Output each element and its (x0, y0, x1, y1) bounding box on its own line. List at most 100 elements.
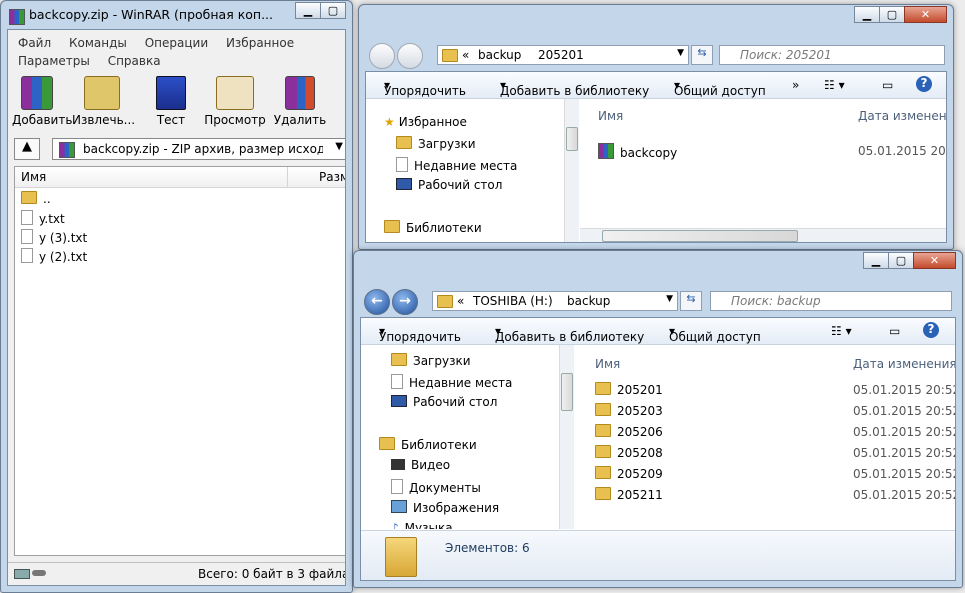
share-button[interactable]: Общий доступ ▾ (674, 78, 766, 98)
view-button[interactable]: Просмотр (204, 76, 266, 127)
address-bar[interactable]: « TOSHIBA (H:) backup ▼ (432, 291, 678, 311)
search-input[interactable]: Поиск: 205201 (719, 45, 945, 65)
organize-button[interactable]: Упорядочить ▾ (384, 78, 466, 98)
folder-icon (21, 191, 37, 204)
folder-row[interactable]: 205206 (595, 424, 663, 439)
list-item[interactable]: y (2).txt (21, 248, 87, 264)
view-options-icon[interactable]: ☷ ▾ (824, 78, 845, 92)
archive-path-combo[interactable]: backcopy.zip - ZIP архив, размер исходны… (52, 138, 345, 160)
menu-help[interactable]: Справка (108, 54, 161, 68)
refresh-button[interactable]: ⇆ (680, 291, 702, 311)
file-hscrollbar[interactable] (580, 228, 946, 242)
folder-name: 205201 (617, 383, 663, 397)
column-date-modified[interactable]: Дата изменения (858, 109, 946, 123)
file-list: Имя Разм .. y.txt y (3).txt y (2).txt (14, 166, 345, 556)
extract-button[interactable]: Извлечь... (72, 76, 135, 127)
menu-file[interactable]: Файл (18, 36, 51, 50)
add-archive-icon (21, 76, 53, 110)
chevron-down-icon[interactable]: ▼ (335, 141, 343, 152)
folder-row[interactable]: 205208 (595, 445, 663, 460)
list-item[interactable]: y.txt (21, 210, 65, 226)
address-bar[interactable]: « backup 205201 ▼ (437, 45, 689, 65)
menu-options[interactable]: Параметры (18, 54, 90, 68)
close-button[interactable]: ✕ (904, 6, 947, 23)
column-name[interactable]: Имя (595, 357, 620, 371)
nav-desktop[interactable]: Рабочий стол (396, 178, 502, 192)
breadcrumb-toshiba[interactable]: TOSHIBA (H:) (473, 294, 553, 308)
nav-music[interactable]: ♪ Музыка (391, 521, 453, 529)
help-icon[interactable]: ? (923, 322, 939, 338)
nav-scroll-thumb[interactable] (561, 373, 573, 411)
nav-libraries[interactable]: Библиотеки (384, 220, 482, 235)
menu-commands[interactable]: Команды (69, 36, 127, 50)
nav-scrollbar[interactable] (564, 99, 579, 242)
nav-scrollbar[interactable] (559, 345, 574, 529)
back-button[interactable]: ← (364, 289, 390, 315)
breadcrumb-backup[interactable]: backup (478, 48, 521, 62)
column-date-modified[interactable]: Дата изменения (853, 357, 955, 371)
add-button[interactable]: Добавить (12, 76, 72, 127)
close-button[interactable]: ✕ (913, 252, 956, 269)
minimize-button[interactable]: ▁ (295, 2, 321, 19)
preview-pane-icon[interactable]: ▭ (889, 324, 900, 338)
folder-row[interactable]: 205211 (595, 487, 663, 502)
nav-video[interactable]: Видео (391, 458, 450, 472)
folder-icon (595, 445, 611, 458)
chevron-down-icon[interactable]: ▼ (677, 48, 684, 58)
menu-favorites[interactable]: Избранное (226, 36, 294, 50)
folder-row[interactable]: 205201 (595, 382, 663, 397)
up-folder-button[interactable]: ▲ (14, 138, 40, 160)
nav-scroll-thumb[interactable] (566, 127, 578, 151)
add-to-library-button[interactable]: Добавить в библиотеку ▾ (500, 78, 649, 98)
forward-button[interactable]: → (392, 289, 418, 315)
winrar-client: Файл Команды Операции Избранное Параметр… (7, 29, 346, 586)
explorer1-client: Упорядочить ▾ Добавить в библиотеку ▾ Об… (365, 71, 947, 243)
folder-row[interactable]: 205209 (595, 466, 663, 481)
file-hscroll-thumb[interactable] (602, 230, 798, 242)
nav-documents[interactable]: Документы (391, 479, 481, 495)
command-bar: Упорядочить ▾ Добавить в библиотеку ▾ Об… (361, 318, 955, 345)
menu-operations[interactable]: Операции (145, 36, 208, 50)
maximize-button[interactable]: ▢ (320, 2, 346, 19)
more-commands-button[interactable]: » (792, 78, 799, 92)
list-item[interactable]: backcopy (598, 143, 677, 160)
breadcrumb-overflow[interactable]: « (457, 294, 464, 308)
nav-recent-places[interactable]: Недавние места (396, 157, 517, 173)
music-icon: ♪ (391, 521, 399, 529)
minimize-button[interactable]: ▁ (863, 252, 889, 269)
maximize-button[interactable]: ▢ (888, 252, 914, 269)
nav-desktop[interactable]: Рабочий стол (391, 395, 497, 409)
up-arrow-icon: ▲ (22, 139, 32, 154)
column-name[interactable]: Имя (21, 170, 46, 184)
recent-places-icon (391, 374, 403, 389)
breadcrumb-backup[interactable]: backup (567, 294, 610, 308)
organize-button[interactable]: Упорядочить ▾ (379, 324, 461, 344)
nav-pictures[interactable]: Изображения (391, 500, 499, 515)
search-input[interactable]: Поиск: backup (710, 291, 952, 311)
nav-favorites[interactable]: ★ Избранное (384, 115, 467, 129)
breadcrumb-205201[interactable]: 205201 (538, 48, 584, 62)
nav-recent-places[interactable]: Недавние места (391, 374, 512, 390)
column-size[interactable]: Разм (319, 170, 345, 184)
view-options-icon[interactable]: ☷ ▾ (831, 324, 852, 338)
share-button[interactable]: Общий доступ ▾ (669, 324, 761, 344)
breadcrumb-overflow[interactable]: « (462, 48, 469, 62)
preview-pane-icon[interactable]: ▭ (882, 78, 893, 92)
folder-row[interactable]: 205203 (595, 403, 663, 418)
add-to-library-button[interactable]: Добавить в библиотеку ▾ (495, 324, 644, 344)
delete-button[interactable]: Удалить (272, 76, 328, 127)
column-name[interactable]: Имя (598, 109, 623, 123)
refresh-button[interactable]: ⇆ (691, 45, 713, 65)
minimize-button[interactable]: ▁ (854, 6, 880, 23)
nav-libraries[interactable]: Библиотеки (379, 437, 477, 452)
maximize-button[interactable]: ▢ (879, 6, 905, 23)
help-icon[interactable]: ? (916, 76, 932, 92)
forward-button[interactable] (397, 43, 423, 69)
back-button[interactable] (369, 43, 395, 69)
list-item[interactable]: y (3).txt (21, 229, 87, 245)
chevron-down-icon[interactable]: ▼ (666, 294, 673, 304)
nav-downloads[interactable]: Загрузки (396, 136, 476, 151)
nav-downloads[interactable]: Загрузки (391, 353, 471, 368)
list-item[interactable]: .. (21, 191, 51, 206)
test-button[interactable]: Тест (146, 76, 196, 127)
